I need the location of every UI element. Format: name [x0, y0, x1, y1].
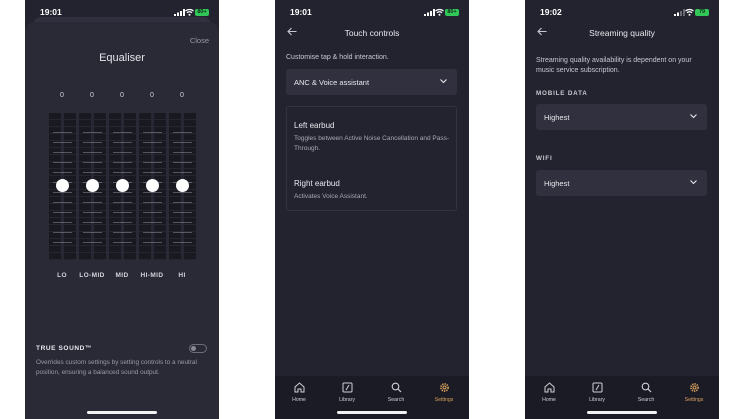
status-time: 19:02 [540, 7, 562, 17]
tab-label: Library [339, 397, 355, 403]
eq-knob-hi[interactable] [175, 179, 189, 192]
page-title: Touch controls [344, 28, 400, 38]
home-indicator[interactable] [587, 411, 657, 414]
true-sound-label: TRUE SOUND™ [36, 345, 93, 352]
dropdown-value: Highest [544, 179, 570, 188]
chevron-down-icon [690, 114, 697, 119]
gear-icon [439, 383, 449, 392]
eq-label-hi: HI [178, 272, 186, 279]
tab-label: Settings [434, 397, 454, 403]
tab-settings[interactable]: Settings [674, 382, 714, 403]
wifi-icon [185, 8, 194, 16]
battery-icon: 80+ [445, 9, 459, 16]
tab-library[interactable]: Library [327, 382, 367, 403]
wifi-icon [685, 8, 694, 16]
gear-icon [689, 383, 699, 392]
signal-icon [674, 9, 685, 16]
left-earbud-description: Toggles between Active Noise Cancellatio… [294, 135, 450, 152]
touch-controls-screen: 19:01 80+ Touch controls Customise tap &… [275, 0, 469, 419]
search-icon [391, 382, 401, 393]
tab-home[interactable]: Home [279, 382, 319, 403]
equaliser-screen: 19:01 80+ Close Equaliser 0 LO 0 LO-MID … [25, 0, 219, 419]
page-title: Equaliser [99, 52, 145, 64]
library-icon [342, 382, 352, 393]
tab-label: Home [292, 397, 306, 403]
true-sound-description: Overrides custom settings by setting con… [36, 359, 197, 376]
subtitle: Customise tap & hold interaction. [286, 54, 389, 61]
chevron-down-icon [440, 79, 447, 84]
tab-settings[interactable]: Settings [424, 382, 464, 403]
eq-knob-hi-mid[interactable] [145, 179, 159, 192]
mobile-data-dropdown[interactable]: Highest [536, 104, 707, 130]
wifi-icon [435, 8, 444, 16]
tab-search[interactable]: Search [376, 382, 416, 403]
eq-value-hi-mid: 0 [150, 92, 154, 99]
eq-knob-lo-mid[interactable] [85, 179, 99, 192]
library-icon [592, 382, 602, 393]
status-time: 19:01 [40, 7, 62, 17]
eq-value-lo-mid: 0 [90, 92, 94, 99]
battery-icon: 79 [695, 9, 709, 16]
mobile-data-label: MOBILE DATA [536, 90, 588, 97]
tab-label: Settings [684, 397, 704, 403]
tab-label: Library [589, 397, 605, 403]
wifi-dropdown[interactable]: Highest [536, 170, 707, 196]
status-bar: 19:01 80+ [275, 6, 469, 20]
tab-search[interactable]: Search [626, 382, 666, 403]
subscription-note: Streaming quality availability is depend… [536, 57, 692, 74]
eq-value-mid: 0 [120, 92, 124, 99]
close-button[interactable]: Close [190, 36, 209, 45]
eq-knob-lo[interactable] [55, 179, 69, 192]
left-earbud-label: Left earbud [294, 121, 335, 130]
interaction-dropdown[interactable]: ANC & Voice assistant [286, 69, 457, 95]
home-indicator[interactable] [87, 411, 157, 414]
tab-label: Home [542, 397, 556, 403]
chevron-down-icon [690, 180, 697, 185]
signal-icon [174, 9, 185, 16]
dropdown-value: ANC & Voice assistant [294, 78, 370, 87]
tab-label: Search [387, 397, 405, 403]
eq-value-lo: 0 [60, 92, 64, 99]
status-time: 19:01 [290, 7, 312, 17]
home-indicator[interactable] [337, 411, 407, 414]
eq-knob-mid[interactable] [115, 179, 129, 192]
dropdown-value: Highest [544, 113, 570, 122]
battery-icon: 80+ [195, 9, 209, 16]
home-icon [294, 382, 304, 393]
wifi-label: WIFI [536, 155, 553, 162]
tab-home[interactable]: Home [529, 382, 569, 403]
right-earbud-description: Activates Voice Assistant. [294, 193, 368, 200]
signal-icon [424, 9, 435, 16]
streaming-quality-screen: 19:02 79 Streaming quality Streaming qua… [525, 0, 719, 419]
tab-label: Search [637, 397, 655, 403]
eq-value-hi: 0 [180, 92, 184, 99]
home-icon [544, 382, 554, 393]
page-title: Streaming quality [589, 28, 655, 38]
tab-library[interactable]: Library [577, 382, 617, 403]
earbud-actions-card: Left earbud Toggles between Active Noise… [286, 106, 457, 211]
right-earbud-label: Right earbud [294, 179, 340, 188]
true-sound-toggle[interactable] [189, 344, 207, 353]
search-icon [641, 382, 651, 393]
status-bar: 19:02 79 [525, 6, 719, 20]
